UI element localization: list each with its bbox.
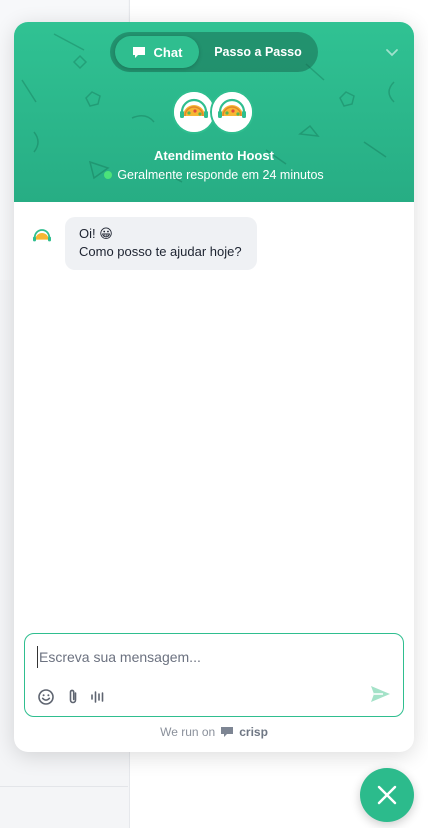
attach-button[interactable] [64,688,82,706]
chat-bubble-icon [132,46,145,58]
crisp-logo-icon [221,727,234,737]
message-input[interactable] [37,646,377,668]
tab-passo-a-passo-label: Passo a Passo [214,45,302,59]
mode-switch: Chat Passo a Passo [110,32,318,72]
tab-chat[interactable]: Chat [115,36,199,68]
audio-button[interactable] [89,688,107,706]
message-avatar [30,224,54,248]
tab-chat-label: Chat [153,44,183,60]
taco-headset-icon [212,92,252,132]
online-dot-icon [104,171,113,179]
taco-headset-icon [30,224,54,248]
emoji-button[interactable] [37,688,55,706]
tab-passo-a-passo[interactable]: Passo a Passo [202,36,314,68]
send-button[interactable] [369,683,391,705]
chat-header: Chat Passo a Passo Atendimento Hoost Ger… [14,22,414,202]
message-line: Como posso te ajudar hoje? [79,244,242,259]
message-line: Oi! 😀 [79,226,113,241]
background-divider [0,786,128,787]
operator-avatar [210,90,254,134]
availability-text: Geralmente responde em 24 minutos [117,168,324,182]
message-composer [24,633,404,717]
availability-status: Geralmente responde em 24 minutos [14,168,414,182]
taco-headset-icon [174,92,214,132]
chat-widget: Chat Passo a Passo Atendimento Hoost Ger… [14,22,414,752]
close-icon [377,785,397,805]
crisp-brand[interactable]: crisp [239,725,268,739]
team-name: Atendimento Hoost [154,148,274,163]
powered-by: We run on crisp [14,725,414,739]
operator-avatars [172,90,256,134]
emoji-icon [38,689,54,705]
send-icon [371,686,390,702]
attach-icon [69,689,77,704]
message-bubble: Oi! 😀 Como posso te ajudar hoje? [65,217,257,270]
chevron-down-icon [386,49,398,57]
powered-by-text: We run on [160,725,216,739]
audio-icon [91,691,104,703]
close-chat-button[interactable] [360,768,414,822]
collapse-button[interactable] [382,42,402,62]
